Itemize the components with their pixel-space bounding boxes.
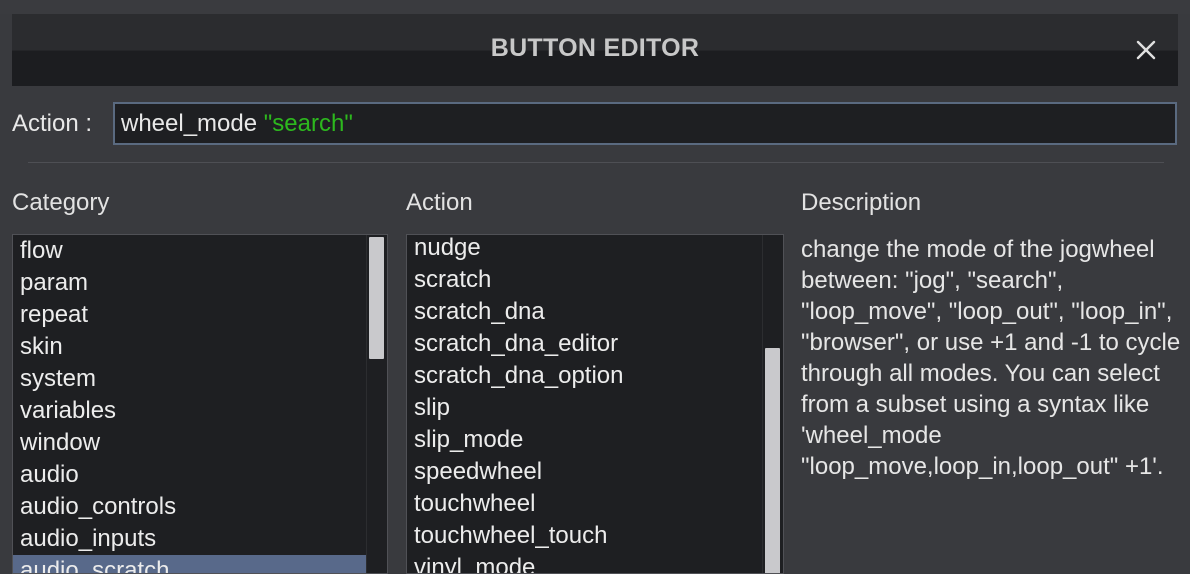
list-item[interactable]: scratch_dna_editor (407, 328, 765, 360)
list-item[interactable]: audio_scratch (13, 555, 369, 573)
list-item[interactable]: audio_controls (13, 491, 369, 523)
list-item[interactable]: audio (13, 459, 369, 491)
action-command-text: wheel_mode (121, 110, 258, 137)
list-item[interactable]: system (13, 363, 369, 395)
list-item[interactable]: slip_mode (407, 424, 765, 456)
list-item[interactable]: window (13, 427, 369, 459)
category-scrollbar[interactable] (366, 235, 387, 573)
description-text: change the mode of the jogwheel between:… (801, 236, 1181, 480)
list-item[interactable]: scratch_dna_option (407, 360, 765, 392)
list-item[interactable]: speedwheel (407, 456, 765, 488)
list-item[interactable]: param (13, 267, 369, 299)
separator (28, 162, 1164, 163)
action-scrollbar[interactable] (762, 235, 783, 573)
dialog-title: BUTTON EDITOR (490, 34, 700, 62)
list-item[interactable]: audio_inputs (13, 523, 369, 555)
list-item[interactable]: nudge (407, 235, 765, 264)
action-scroll-thumb[interactable] (765, 348, 780, 573)
action-list[interactable]: nudge scratch scratch_dna scratch_dna_edito… (406, 234, 784, 574)
dialog-titlebar: BUTTON EDITOR (12, 14, 1178, 86)
action-header: Action (406, 189, 473, 216)
list-item[interactable]: slip (407, 392, 765, 424)
category-list[interactable]: flow param repeat skin system variables window… (12, 234, 388, 574)
list-item[interactable]: skin (13, 331, 369, 363)
list-item[interactable]: flow (13, 235, 369, 267)
list-item[interactable]: variables (13, 395, 369, 427)
list-item[interactable]: scratch_dna (407, 296, 765, 328)
action-input[interactable]: wheel_mode "search" (113, 102, 1177, 145)
category-scroll-thumb[interactable] (369, 237, 384, 359)
category-header: Category (12, 189, 110, 216)
list-item[interactable]: repeat (13, 299, 369, 331)
close-icon[interactable] (1134, 38, 1158, 62)
list-item[interactable]: scratch (407, 264, 765, 296)
list-item[interactable]: vinyl_mode (407, 552, 765, 573)
action-field-label: Action : (12, 110, 93, 137)
list-item[interactable]: touchwheel_touch (407, 520, 765, 552)
action-argument-text: "search" (263, 110, 353, 137)
description-header: Description (801, 189, 922, 216)
window-top-strip (0, 0, 1190, 14)
list-item[interactable]: touchwheel (407, 488, 765, 520)
